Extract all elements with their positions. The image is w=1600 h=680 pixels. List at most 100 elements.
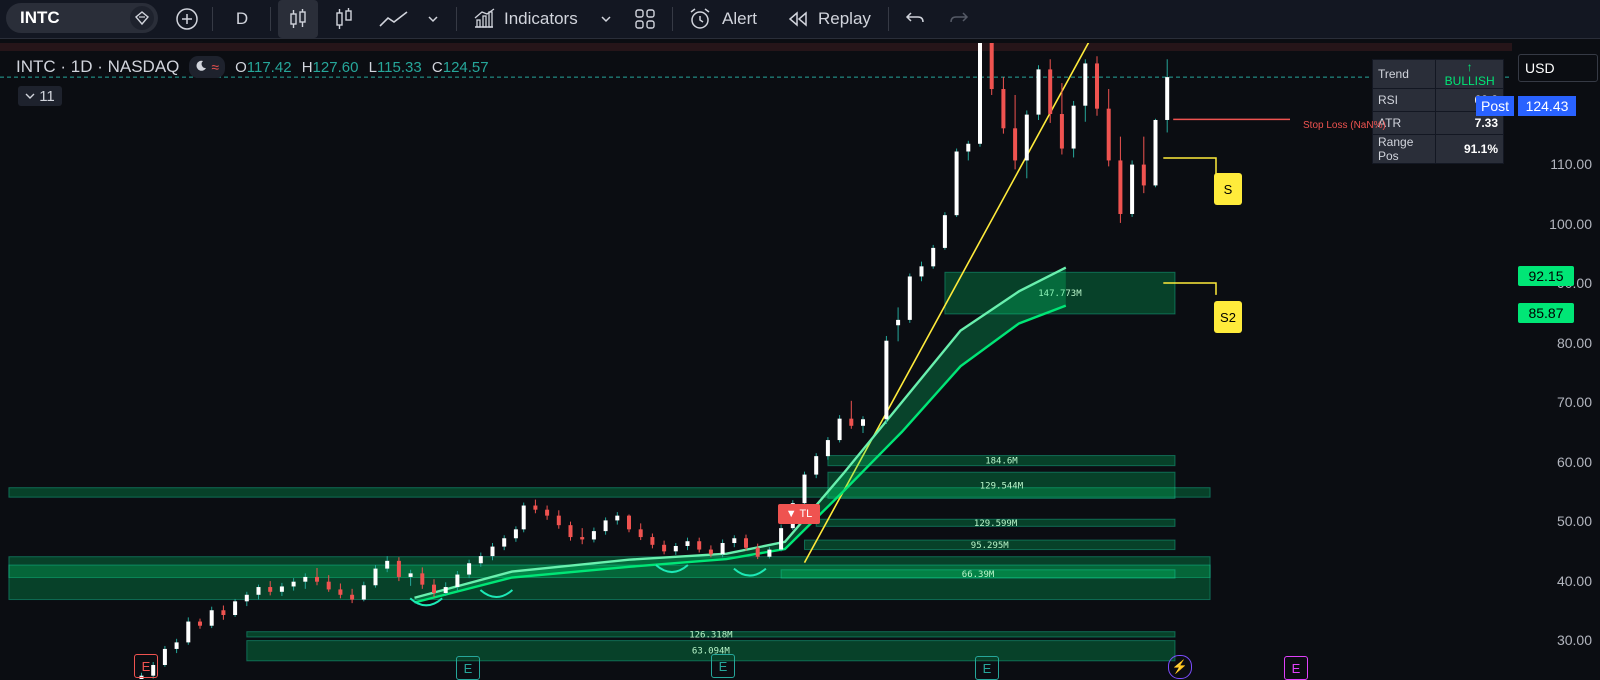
candle-body bbox=[502, 538, 507, 547]
chart-pane[interactable]: 184.6M129.544M129.599M95.295M66.39M147.7… bbox=[0, 43, 1600, 679]
price-tick-label: 30.00 bbox=[1556, 632, 1592, 648]
alarm-clock-icon[interactable] bbox=[686, 0, 714, 38]
range-pos-value: 91.1% bbox=[1435, 134, 1504, 164]
add-symbol-icon[interactable] bbox=[170, 0, 204, 38]
low-value: 115.33 bbox=[376, 58, 422, 76]
candle-body bbox=[989, 43, 994, 90]
layouts-grid-icon[interactable] bbox=[630, 0, 660, 38]
undo-icon[interactable] bbox=[900, 0, 930, 38]
moon-icon bbox=[195, 57, 207, 77]
trend-value: ↑ BULLISH bbox=[1435, 59, 1504, 89]
line-chart-icon[interactable] bbox=[376, 0, 412, 38]
candle-body bbox=[521, 505, 526, 530]
low-label: L bbox=[368, 58, 377, 76]
candle-body bbox=[338, 589, 343, 595]
indicator-collapse-button[interactable]: 11 bbox=[18, 86, 62, 106]
candle-body bbox=[467, 563, 472, 575]
candle-body bbox=[490, 546, 495, 557]
bar-style-icon[interactable] bbox=[326, 0, 362, 38]
candle-body bbox=[767, 549, 772, 557]
chart-title: INTC · 1D · NASDAQ bbox=[16, 57, 180, 76]
zone-volume-label: 66.39M bbox=[962, 570, 995, 580]
candle-body bbox=[919, 266, 924, 277]
toolbar-divider bbox=[672, 7, 673, 31]
chevron-down-icon[interactable] bbox=[596, 0, 616, 38]
candle-body bbox=[1095, 63, 1099, 109]
candle-body bbox=[931, 247, 936, 267]
session-toggle[interactable]: ≈ bbox=[189, 56, 226, 78]
candle-body bbox=[580, 537, 585, 540]
candle-body bbox=[1153, 119, 1158, 186]
zone-volume-label: 184.6M bbox=[985, 457, 1018, 467]
candle-body bbox=[556, 515, 561, 526]
rewind-icon[interactable] bbox=[786, 0, 810, 38]
candle-body bbox=[954, 151, 959, 216]
zone-lower-badge: 85.87 bbox=[1518, 303, 1574, 323]
table-row: Trend ↑ BULLISH bbox=[1371, 59, 1504, 89]
high-label: H bbox=[301, 58, 313, 76]
candle-body bbox=[291, 581, 296, 587]
earnings-marker[interactable]: E bbox=[456, 656, 480, 680]
diamond-icon[interactable] bbox=[130, 6, 154, 30]
candle-body bbox=[1059, 114, 1064, 149]
candle-body bbox=[568, 525, 573, 538]
redo-icon[interactable] bbox=[944, 0, 974, 38]
indicators-icon[interactable] bbox=[470, 0, 498, 38]
earnings-marker[interactable]: E bbox=[711, 654, 735, 678]
price-tick-label: 40.00 bbox=[1556, 572, 1592, 589]
stop-loss-label: Stop Loss (NaN%) bbox=[1303, 120, 1386, 131]
resistance-band bbox=[0, 43, 1512, 51]
candle-body bbox=[1106, 108, 1111, 161]
candle-body bbox=[942, 215, 947, 248]
top-toolbar: INTC D Indicators Alert Replay bbox=[0, 0, 1600, 39]
candle-body bbox=[662, 544, 667, 552]
support-s-callout[interactable]: S bbox=[1214, 173, 1242, 205]
candle-body bbox=[186, 621, 191, 643]
indicator-count: 11 bbox=[39, 87, 55, 105]
support-s2-callout[interactable]: S2 bbox=[1214, 301, 1242, 333]
price-tick-label: 60.00 bbox=[1556, 453, 1592, 470]
candle-body bbox=[1165, 77, 1170, 120]
candle-body bbox=[685, 541, 690, 546]
price-chart[interactable]: 184.6M129.544M129.599M95.295M66.39M147.7… bbox=[0, 43, 1600, 679]
rsi-label: RSI bbox=[1371, 88, 1437, 112]
earnings-marker[interactable]: E bbox=[975, 656, 999, 680]
candle-body bbox=[373, 568, 378, 586]
symbol-search-box[interactable]: INTC bbox=[6, 3, 158, 33]
candle-body bbox=[174, 642, 179, 649]
support-s-connector bbox=[1163, 157, 1217, 176]
candle-body bbox=[233, 601, 238, 616]
indicators-button[interactable]: Indicators bbox=[504, 0, 584, 38]
candle-body bbox=[638, 529, 643, 538]
alert-button[interactable]: Alert bbox=[722, 0, 772, 38]
interval-button[interactable]: D bbox=[228, 0, 256, 38]
candle-body bbox=[720, 543, 725, 555]
currency-selector[interactable]: USD bbox=[1518, 54, 1598, 82]
candle-body bbox=[861, 419, 865, 426]
price-tick-label: 110.00 bbox=[1550, 156, 1592, 172]
candle-body bbox=[198, 621, 202, 626]
candle-body bbox=[755, 547, 760, 557]
replay-button[interactable]: Replay bbox=[818, 0, 884, 38]
lightning-icon[interactable]: ⚡ bbox=[1168, 655, 1192, 679]
earnings-marker[interactable]: E bbox=[134, 654, 158, 678]
chevron-down-icon[interactable] bbox=[422, 0, 444, 38]
table-row: Range Pos 91.1% bbox=[1371, 134, 1504, 164]
candle-body bbox=[603, 520, 608, 532]
trendline-break-tag[interactable]: ▼ TL bbox=[778, 504, 820, 524]
candle-body bbox=[673, 545, 678, 552]
post-market-label: Post bbox=[1476, 96, 1514, 116]
range-pos-label: Range Pos bbox=[1371, 134, 1437, 164]
candle-body bbox=[1071, 105, 1076, 149]
candle-body bbox=[1036, 69, 1041, 115]
candle-body bbox=[779, 528, 784, 550]
candle-body bbox=[907, 276, 912, 320]
price-axis[interactable]: 30.00 40.00 50.00 60.00 70.00 80.00 90.00 100.0… bbox=[1512, 43, 1600, 679]
zone-volume-label: 126.318M bbox=[689, 630, 733, 640]
earnings-marker[interactable]: E bbox=[1284, 656, 1308, 680]
candle-body bbox=[884, 340, 889, 420]
candles-icon[interactable] bbox=[278, 0, 318, 38]
candle-body bbox=[966, 143, 971, 152]
symbol-label: INTC bbox=[20, 8, 60, 27]
candle-body bbox=[396, 560, 401, 577]
